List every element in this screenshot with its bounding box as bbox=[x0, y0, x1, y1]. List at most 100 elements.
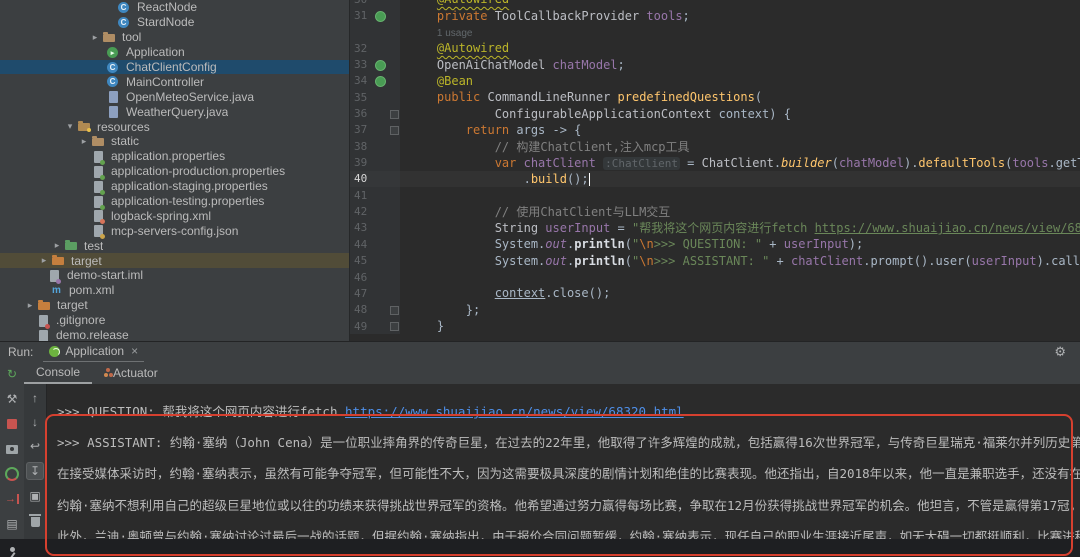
fold-marker-icon[interactable] bbox=[390, 110, 399, 119]
scroll-up-icon[interactable]: ↑ bbox=[27, 390, 43, 406]
line-number: 42 bbox=[350, 205, 374, 218]
tree-item-label: .gitignore bbox=[56, 313, 105, 327]
code-token: CommandLineRunner bbox=[487, 90, 617, 104]
pin-icon[interactable] bbox=[4, 541, 20, 557]
tree-item-label: mcp-servers-config.json bbox=[111, 224, 238, 238]
code-line[interactable]: 33 OpenAiChatModel chatModel; bbox=[350, 56, 1080, 72]
console-output[interactable]: >>> QUESTION: 帮我将这个网页内容进行fetch https://w… bbox=[47, 384, 1080, 539]
tree-item[interactable]: Application bbox=[0, 45, 349, 60]
code-token: @Autowired bbox=[437, 0, 509, 6]
tree-item[interactable]: ▸static bbox=[0, 134, 349, 149]
scroll-to-end-icon[interactable]: ↧ bbox=[26, 462, 44, 480]
chevron-icon[interactable]: ▸ bbox=[88, 32, 102, 43]
exit-icon[interactable]: → bbox=[4, 491, 20, 507]
code-line[interactable]: 32 @Autowired bbox=[350, 40, 1080, 56]
chevron-icon[interactable]: ▸ bbox=[77, 136, 91, 147]
tree-item[interactable]: ▸target bbox=[0, 298, 349, 313]
console-line: 约翰·塞纳不想利用自己的超级巨星地位或以往的功绩来获得挑战世界冠军的资格。他希望… bbox=[47, 490, 1080, 521]
fold-marker-icon[interactable] bbox=[390, 322, 399, 331]
camera-icon[interactable] bbox=[4, 441, 20, 457]
tree-item[interactable]: mcp-servers-config.json bbox=[0, 223, 349, 238]
code-line[interactable]: 31 private ToolCallbackProvider tools; bbox=[350, 7, 1080, 23]
tree-item[interactable]: OpenMeteoService.java bbox=[0, 89, 349, 104]
code-token: private bbox=[437, 9, 495, 23]
coverage-icon[interactable] bbox=[4, 466, 20, 482]
folder-test-icon bbox=[65, 242, 77, 250]
tab-actuator[interactable]: Actuator bbox=[92, 362, 170, 384]
tree-item[interactable]: application-testing.properties bbox=[0, 194, 349, 209]
chevron-icon[interactable]: ▸ bbox=[23, 300, 37, 311]
code-token: chatClient bbox=[791, 254, 863, 268]
tree-item[interactable]: StardNode bbox=[0, 15, 349, 30]
code-line[interactable]: 48 }; bbox=[350, 302, 1080, 318]
code-line[interactable]: 49 } bbox=[350, 318, 1080, 334]
chevron-icon[interactable]: ▸ bbox=[50, 240, 64, 251]
tree-item[interactable]: ChatClientConfig bbox=[0, 60, 349, 75]
fold-marker-icon[interactable] bbox=[390, 306, 399, 315]
tree-item[interactable]: logback-spring.xml bbox=[0, 208, 349, 223]
code-line[interactable]: 43 String userInput = "帮我将这个网页内容进行fetch … bbox=[350, 220, 1080, 236]
tree-item[interactable]: ▾resources bbox=[0, 119, 349, 134]
tree-item[interactable]: application.properties bbox=[0, 149, 349, 164]
tab-console[interactable]: Console bbox=[24, 362, 92, 384]
tree-item[interactable]: ReactNode bbox=[0, 0, 349, 15]
code-token: } bbox=[437, 319, 444, 333]
code-line[interactable]: 39 var chatClient :ChatClient = ChatClie… bbox=[350, 154, 1080, 170]
tree-item[interactable]: ▸target bbox=[0, 253, 349, 268]
code-line[interactable]: 41 bbox=[350, 187, 1080, 203]
run-config-tab[interactable]: Application × bbox=[43, 341, 144, 363]
console-link[interactable]: https://www.shuaijiao.cn/news/view/68320… bbox=[345, 404, 684, 419]
tab-actuator-label: Actuator bbox=[113, 366, 158, 380]
close-tab-icon[interactable]: × bbox=[129, 344, 138, 358]
code-line[interactable]: 36 ConfigurableApplicationContext contex… bbox=[350, 105, 1080, 121]
code-token: ( bbox=[755, 90, 762, 104]
spring-bean-icon[interactable] bbox=[375, 11, 386, 22]
code-line[interactable]: 35 public CommandLineRunner predefinedQu… bbox=[350, 89, 1080, 105]
code-line[interactable]: 46 bbox=[350, 269, 1080, 285]
spring-bean-icon[interactable] bbox=[375, 76, 386, 87]
tree-item[interactable]: demo.release bbox=[0, 328, 349, 341]
console-text: 在接受媒体采访时，约翰·塞纳表示，虽然有可能争夺冠军，但可能性不大，因为这需要极… bbox=[57, 466, 1080, 481]
code-token: + bbox=[769, 254, 791, 268]
tree-item[interactable]: MainController bbox=[0, 74, 349, 89]
chevron-icon[interactable]: ▸ bbox=[37, 255, 51, 266]
tree-item[interactable]: WeatherQuery.java bbox=[0, 104, 349, 119]
code-line[interactable]: 40 .build(); bbox=[350, 171, 1080, 187]
scroll-down-icon[interactable]: ↓ bbox=[27, 414, 43, 430]
tree-item-label: application.properties bbox=[111, 149, 225, 163]
fold-marker-icon[interactable] bbox=[390, 126, 399, 135]
rerun-icon[interactable]: ↻ bbox=[4, 366, 20, 382]
code-line[interactable]: 42 // 使用ChatClient与LLM交互 bbox=[350, 203, 1080, 219]
stop-icon[interactable] bbox=[4, 416, 20, 432]
print-icon[interactable]: ▣ bbox=[27, 488, 43, 504]
code-token bbox=[408, 74, 437, 88]
tree-item[interactable]: pom.xml bbox=[0, 283, 349, 298]
layout-icon[interactable]: ▤ bbox=[4, 516, 20, 532]
code-editor[interactable]: 30 @Autowired31 private ToolCallbackProv… bbox=[350, 0, 1080, 341]
tree-item[interactable]: ▸ test bbox=[0, 238, 349, 253]
soft-wrap-icon[interactable]: ↩ bbox=[27, 438, 43, 454]
tree-item[interactable]: application-staging.properties bbox=[0, 179, 349, 194]
tree-item-label: test bbox=[84, 239, 103, 253]
clear-icon[interactable] bbox=[27, 512, 43, 528]
code-line[interactable]: 38 // 构建ChatClient,注入mcp工具 bbox=[350, 138, 1080, 154]
tree-item[interactable]: .gitignore bbox=[0, 313, 349, 328]
tree-item[interactable]: demo-start.iml bbox=[0, 268, 349, 283]
chevron-icon[interactable]: ▾ bbox=[63, 121, 77, 132]
code-line[interactable]: 1 usage bbox=[350, 24, 1080, 40]
spring-bean-icon[interactable] bbox=[375, 60, 386, 71]
tree-item[interactable]: ▸tool bbox=[0, 30, 349, 45]
code-line[interactable]: 30 @Autowired bbox=[350, 0, 1080, 7]
gear-icon[interactable]: ⚙ bbox=[1054, 344, 1066, 360]
code-token: + bbox=[762, 237, 784, 251]
tree-item[interactable]: application-production.properties bbox=[0, 164, 349, 179]
folder-res-icon bbox=[78, 123, 90, 131]
code-line[interactable]: 45 System.out.println("\n>>> ASSISTANT: … bbox=[350, 253, 1080, 269]
code-line[interactable]: 34 @Bean bbox=[350, 73, 1080, 89]
code-token: tools bbox=[646, 9, 682, 23]
code-line[interactable]: 37 return args -> { bbox=[350, 122, 1080, 138]
code-line[interactable]: 47 context.close(); bbox=[350, 285, 1080, 301]
code-token: userInput bbox=[784, 237, 849, 251]
code-line[interactable]: 44 System.out.println("\n>>> QUESTION: "… bbox=[350, 236, 1080, 252]
wrench-icon[interactable]: ⚒ bbox=[4, 391, 20, 407]
